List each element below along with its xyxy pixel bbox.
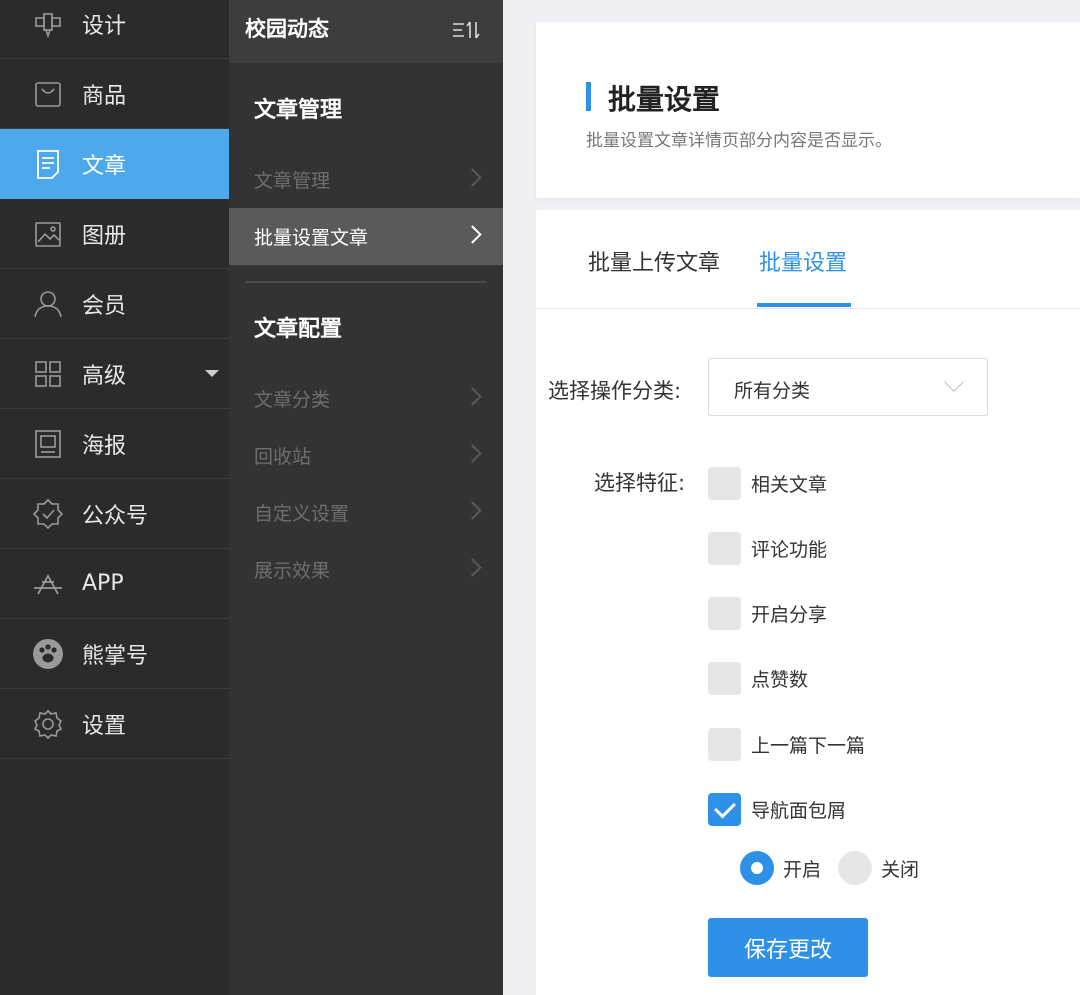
chevron-right-icon xyxy=(463,225,482,244)
subnav-item-label: 文章管理 xyxy=(254,170,331,192)
sub-sidebar: 校园动态 文章管理 文章管理 批量设置文章 文章配置 文章分类 回收站 自定义设… xyxy=(229,0,503,995)
subnav-item-label: 回收站 xyxy=(254,446,312,468)
chevron-right-icon xyxy=(463,501,482,520)
sidebar-item-label: 公众号 xyxy=(82,503,149,529)
sidebar-item-label: 设置 xyxy=(82,713,127,739)
user-icon xyxy=(32,288,64,320)
feature-label: 选择特征: xyxy=(594,471,686,495)
poster-icon xyxy=(32,428,64,460)
checkbox-label: 导航面包屑 xyxy=(751,799,847,822)
feature-related-articles[interactable]: 相关文章 xyxy=(708,466,827,500)
subnav-item-label: 批量设置文章 xyxy=(254,227,369,249)
category-select-value: 所有分类 xyxy=(734,380,811,402)
radio-label: 关闭 xyxy=(881,858,920,881)
sidebar-item-article[interactable]: 文章 xyxy=(0,129,229,199)
checkbox-label: 评论功能 xyxy=(751,538,828,561)
sidebar-item-design[interactable]: 设计 xyxy=(0,0,229,59)
radio-on[interactable]: 开启 xyxy=(740,850,821,886)
sidebar-item-bear-paw[interactable]: 熊掌号 xyxy=(0,619,229,689)
sidebar-item-label: 文章 xyxy=(82,153,127,179)
chevron-right-icon xyxy=(463,444,482,463)
sidebar-item-advanced[interactable]: 高级 xyxy=(0,339,229,409)
gear-icon xyxy=(32,708,64,740)
main-sidebar: 设计 商品 文章 图册 会员 高级 海报 公众号 APP 熊掌号 设置 xyxy=(0,0,229,995)
save-button[interactable]: 保存更改 xyxy=(708,918,868,977)
checkbox-label: 相关文章 xyxy=(751,473,828,496)
radio-button-selected[interactable] xyxy=(740,851,774,885)
group-title-article-management: 文章管理 xyxy=(254,98,343,123)
chevron-right-icon xyxy=(463,168,482,187)
sidebar-item-album[interactable]: 图册 xyxy=(0,199,229,269)
sidebar-item-label: 商品 xyxy=(82,83,127,109)
sidebar-item-app[interactable]: APP xyxy=(0,549,229,619)
subnav-item-batch-settings[interactable]: 批量设置文章 xyxy=(229,208,503,265)
bag-icon xyxy=(32,78,64,110)
subnav-item-label: 展示效果 xyxy=(254,560,331,582)
chevron-down-icon xyxy=(944,372,964,392)
subnav-item-label: 文章分类 xyxy=(254,389,331,411)
radio-off[interactable]: 关闭 xyxy=(838,850,919,886)
tab-batch-upload[interactable]: 批量上传文章 xyxy=(588,245,720,277)
feature-share[interactable]: 开启分享 xyxy=(708,596,827,630)
subnav-item-custom-settings[interactable]: 自定义设置 xyxy=(229,484,503,541)
sidebar-item-settings[interactable]: 设置 xyxy=(0,689,229,759)
page-title: 批量设置 xyxy=(608,83,721,116)
sidebar-item-official-account[interactable]: 公众号 xyxy=(0,479,229,549)
radio-button[interactable] xyxy=(838,851,872,885)
settings-card: 批量上传文章 批量设置 选择操作分类: 所有分类 选择特征: 相关文章 评论功能… xyxy=(536,210,1080,995)
subnav-item-display-effect[interactable]: 展示效果 xyxy=(229,541,503,598)
chevron-right-icon xyxy=(463,558,482,577)
category-select[interactable]: 所有分类 xyxy=(708,358,988,416)
image-icon xyxy=(32,218,64,250)
document-icon xyxy=(32,148,64,180)
group-title-article-config: 文章配置 xyxy=(254,317,343,342)
grid-icon xyxy=(32,358,64,390)
checkbox-label: 点赞数 xyxy=(751,668,809,691)
active-tab-indicator xyxy=(757,303,851,307)
radio-label: 开启 xyxy=(783,858,822,881)
sidebar-item-goods[interactable]: 商品 xyxy=(0,59,229,129)
feature-prev-next[interactable]: 上一篇下一篇 xyxy=(708,727,865,761)
paw-icon xyxy=(32,638,64,670)
category-label: 选择操作分类: xyxy=(548,379,682,403)
sidebar-item-label: 设计 xyxy=(82,13,127,39)
chevron-right-icon xyxy=(463,387,482,406)
title-accent-bar xyxy=(586,82,591,111)
sidebar-item-label: 海报 xyxy=(82,433,127,459)
feature-breadcrumb[interactable]: 导航面包屑 xyxy=(708,792,846,826)
checkbox[interactable] xyxy=(708,531,741,565)
divider xyxy=(245,281,487,283)
caret-down-icon xyxy=(205,370,219,377)
app-store-icon xyxy=(32,568,64,600)
checkbox[interactable] xyxy=(708,596,741,630)
sidebar-item-member[interactable]: 会员 xyxy=(0,269,229,339)
sidebar-item-label: 高级 xyxy=(82,363,127,389)
subnav-item-recycle-bin[interactable]: 回收站 xyxy=(229,427,503,484)
checkbox[interactable] xyxy=(708,661,741,695)
collapse-menu-icon[interactable] xyxy=(451,17,481,43)
subnav-item-article-management[interactable]: 文章管理 xyxy=(229,151,503,208)
checkbox-label: 上一篇下一篇 xyxy=(751,734,866,757)
site-title: 校园动态 xyxy=(245,17,329,41)
feature-comments[interactable]: 评论功能 xyxy=(708,531,827,565)
subnav-item-categories[interactable]: 文章分类 xyxy=(229,370,503,427)
sidebar-item-poster[interactable]: 海报 xyxy=(0,409,229,479)
page-description: 批量设置文章详情页部分内容是否显示。 xyxy=(586,131,892,151)
checkbox[interactable] xyxy=(708,466,741,500)
page-header-card: 批量设置 批量设置文章详情页部分内容是否显示。 xyxy=(536,22,1080,198)
sidebar-item-label: 会员 xyxy=(82,293,127,319)
sidebar-item-label: 熊掌号 xyxy=(82,643,149,669)
checkbox-label: 开启分享 xyxy=(751,603,828,626)
checkbox[interactable] xyxy=(708,727,741,761)
feature-likes[interactable]: 点赞数 xyxy=(708,661,808,695)
sub-sidebar-header: 校园动态 xyxy=(229,0,503,63)
sidebar-item-label: 图册 xyxy=(82,223,127,249)
tab-batch-settings[interactable]: 批量设置 xyxy=(759,245,847,277)
badge-icon xyxy=(32,498,64,530)
sidebar-item-label: APP xyxy=(82,571,124,596)
design-icon xyxy=(32,8,64,40)
checkbox-checked[interactable] xyxy=(708,792,741,826)
tab-bar: 批量上传文章 批量设置 xyxy=(536,210,1080,309)
subnav-item-label: 自定义设置 xyxy=(254,503,350,525)
